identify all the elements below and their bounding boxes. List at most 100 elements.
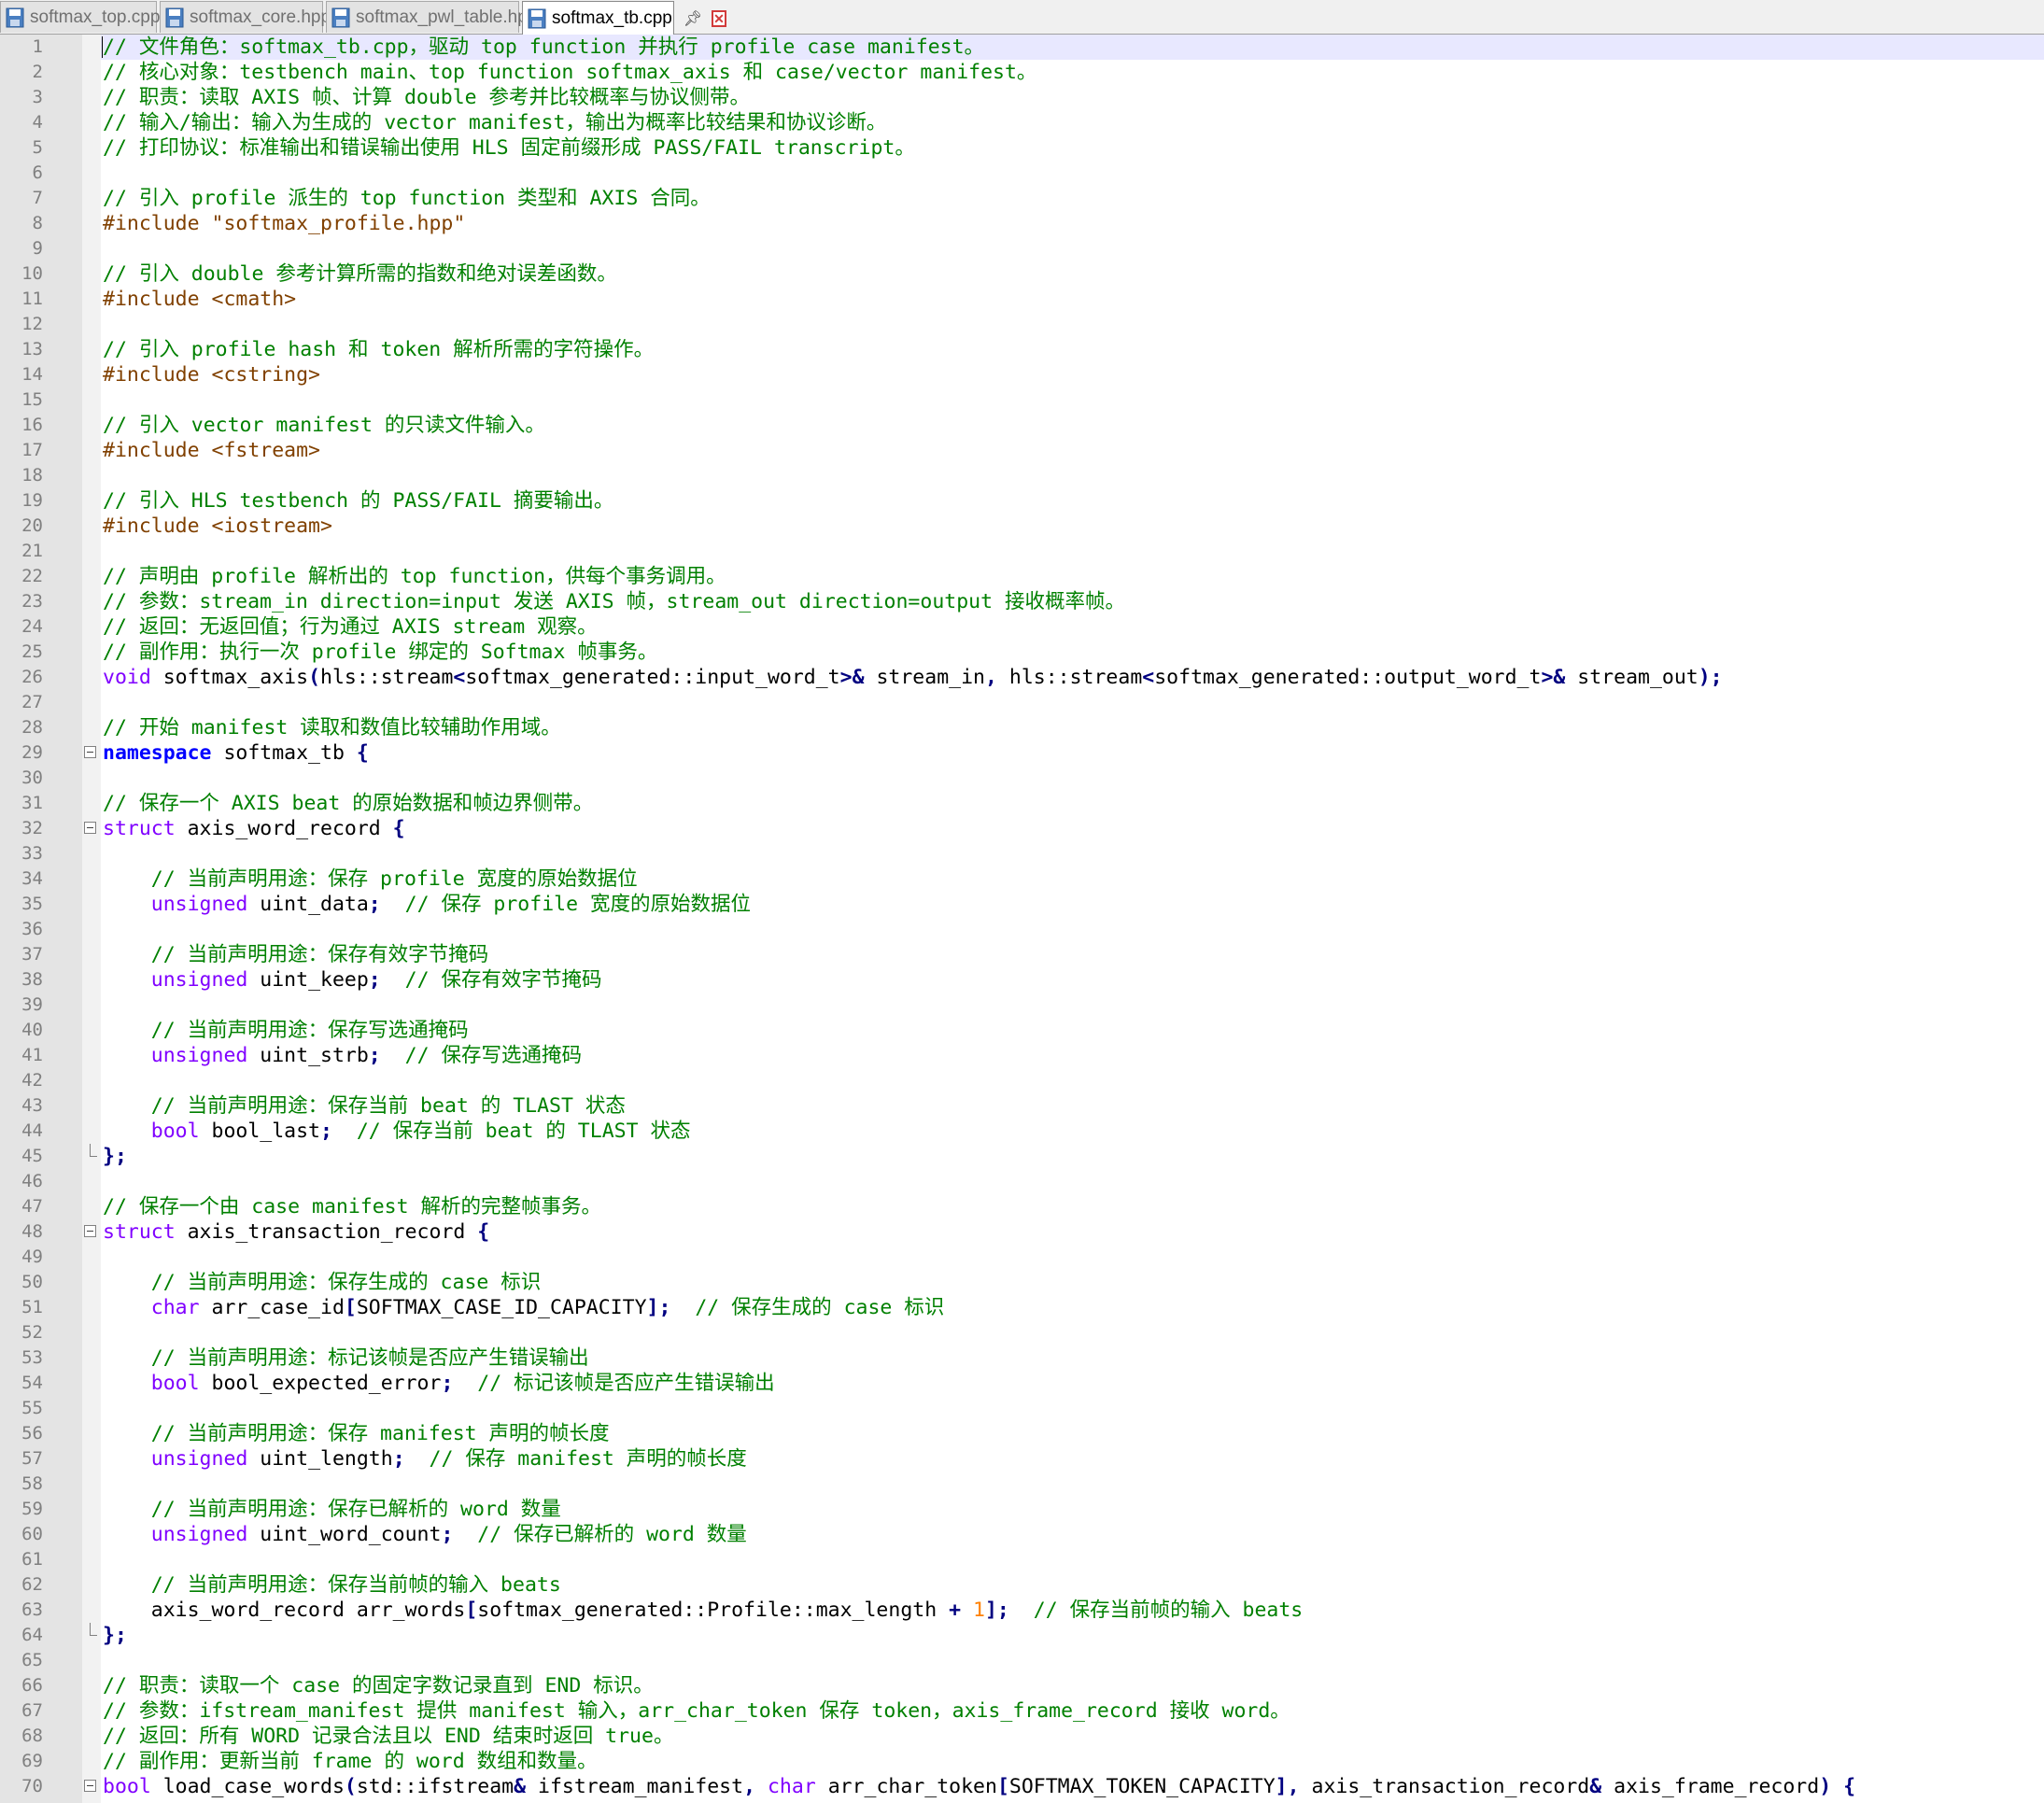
code-text[interactable]: char arr_case_id[SOFTMAX_CASE_ID_CAPACIT…: [101, 1295, 2044, 1320]
code-line[interactable]: 10 // 引入 double 参考计算所需的指数和绝对误差函数。: [0, 261, 2044, 287]
code-text[interactable]: // 参数：ifstream_manifest 提供 manifest 输入，a…: [101, 1698, 2044, 1724]
code-text[interactable]: [101, 1169, 2044, 1194]
code-text[interactable]: // 核心对象：testbench main、top function soft…: [101, 60, 2044, 85]
code-line[interactable]: 45};: [0, 1144, 2044, 1169]
code-line[interactable]: 9: [0, 236, 2044, 261]
code-text[interactable]: [101, 161, 2044, 186]
code-lines[interactable]: 1 // 文件角色：softmax_tb.cpp，驱动 top function …: [0, 35, 2044, 1799]
code-line[interactable]: 4 // 输入/输出：输入为生成的 vector manifest，输出为概率比较…: [0, 110, 2044, 135]
code-text[interactable]: [101, 312, 2044, 337]
code-line[interactable]: 29 namespace softmax_tb {: [0, 740, 2044, 766]
code-text[interactable]: // 引入 HLS testbench 的 PASS/FAIL 摘要输出。: [101, 488, 2044, 514]
code-text[interactable]: // 当前声明用途：保存当前 beat 的 TLAST 状态: [101, 1093, 2044, 1119]
code-text[interactable]: // 当前声明用途：保存写选通掩码: [101, 1018, 2044, 1043]
code-line[interactable]: 52: [0, 1320, 2044, 1345]
code-line[interactable]: 51 char arr_case_id[SOFTMAX_CASE_ID_CAPA…: [0, 1295, 2044, 1320]
code-text[interactable]: [101, 917, 2044, 942]
code-line[interactable]: 39: [0, 993, 2044, 1018]
code-text[interactable]: // 引入 profile 派生的 top function 类型和 AXIS …: [101, 186, 2044, 211]
code-line[interactable]: 18: [0, 463, 2044, 488]
code-text[interactable]: unsigned uint_data; // 保存 profile 宽度的原始数…: [101, 892, 2044, 917]
code-text[interactable]: // 保存一个 AXIS beat 的原始数据和帧边界侧带。: [101, 791, 2044, 816]
code-line[interactable]: 59 // 当前声明用途：保存已解析的 word 数量: [0, 1497, 2044, 1522]
code-line[interactable]: 41 unsigned uint_strb; // 保存写选通掩码: [0, 1043, 2044, 1068]
code-line[interactable]: 5 // 打印协议：标准输出和错误输出使用 HLS 固定前缀形成 PASS/FAI…: [0, 135, 2044, 161]
code-text[interactable]: [101, 236, 2044, 261]
code-line[interactable]: 57 unsigned uint_length; // 保存 manifest …: [0, 1446, 2044, 1472]
code-line[interactable]: 28 // 开始 manifest 读取和数值比较辅助作用域。: [0, 715, 2044, 740]
code-text[interactable]: // 保存一个由 case manifest 解析的完整帧事务。: [101, 1194, 2044, 1219]
code-line[interactable]: 65: [0, 1648, 2044, 1673]
code-line[interactable]: 44 bool bool_last; // 保存当前 beat 的 TLAST …: [0, 1119, 2044, 1144]
code-line[interactable]: 33: [0, 841, 2044, 866]
code-text[interactable]: #include <fstream>: [101, 438, 2044, 463]
fold-toggle-icon[interactable]: [84, 746, 96, 758]
code-line[interactable]: 64};: [0, 1623, 2044, 1648]
tab-softmax-core-hpp[interactable]: softmax_core.hpp: [160, 1, 331, 33]
code-text[interactable]: // 当前声明用途：保存当前帧的输入 beats: [101, 1572, 2044, 1598]
code-text[interactable]: // 引入 double 参考计算所需的指数和绝对误差函数。: [101, 261, 2044, 287]
code-line[interactable]: 24 // 返回：无返回值；行为通过 AXIS stream 观察。: [0, 614, 2044, 640]
code-line[interactable]: 36: [0, 917, 2044, 942]
code-line[interactable]: 13 // 引入 profile hash 和 token 解析所需的字符操作。: [0, 337, 2044, 362]
code-line[interactable]: 56 // 当前声明用途：保存 manifest 声明的帧长度: [0, 1421, 2044, 1446]
code-line[interactable]: 69 // 副作用：更新当前 frame 的 word 数组和数量。: [0, 1749, 2044, 1774]
code-line[interactable]: 48 struct axis_transaction_record {: [0, 1219, 2044, 1245]
code-text[interactable]: [101, 1245, 2044, 1270]
code-text[interactable]: };: [101, 1144, 2044, 1169]
code-text[interactable]: // 声明由 profile 解析出的 top function，供每个事务调用…: [101, 564, 2044, 589]
code-text[interactable]: [101, 1068, 2044, 1093]
code-text[interactable]: // 引入 vector manifest 的只读文件输入。: [101, 413, 2044, 438]
code-line[interactable]: 17 #include <fstream>: [0, 438, 2044, 463]
code-text[interactable]: [101, 1547, 2044, 1572]
code-line[interactable]: 2 // 核心对象：testbench main、top function sof…: [0, 60, 2044, 85]
code-line[interactable]: 38 unsigned uint_keep; // 保存有效字节掩码: [0, 967, 2044, 993]
code-line[interactable]: 32 struct axis_word_record {: [0, 816, 2044, 841]
code-line[interactable]: 7 // 引入 profile 派生的 top function 类型和 AXIS…: [0, 186, 2044, 211]
code-line[interactable]: 19 // 引入 HLS testbench 的 PASS/FAIL 摘要输出。: [0, 488, 2044, 514]
code-text[interactable]: struct axis_transaction_record {: [101, 1219, 2044, 1245]
code-line[interactable]: 53 // 当前声明用途：标记该帧是否应产生错误输出: [0, 1345, 2044, 1371]
code-text[interactable]: #include "softmax_profile.hpp": [101, 211, 2044, 236]
code-text[interactable]: [101, 463, 2044, 488]
code-text[interactable]: namespace softmax_tb {: [101, 740, 2044, 766]
code-line[interactable]: 14 #include <cstring>: [0, 362, 2044, 387]
code-line[interactable]: 23 // 参数：stream_in direction=input 发送 AXI…: [0, 589, 2044, 614]
code-text[interactable]: // 当前声明用途：保存有效字节掩码: [101, 942, 2044, 967]
code-text[interactable]: [101, 993, 2044, 1018]
code-line[interactable]: 6: [0, 161, 2044, 186]
code-line[interactable]: 67 // 参数：ifstream_manifest 提供 manifest 输入…: [0, 1698, 2044, 1724]
code-line[interactable]: 22 // 声明由 profile 解析出的 top function，供每个事务…: [0, 564, 2044, 589]
tab-softmax-pwl-table-hpp[interactable]: softmax_pwl_table.hpp: [326, 1, 537, 33]
code-line[interactable]: 63 axis_word_record arr_words[softmax_ge…: [0, 1598, 2044, 1623]
code-text[interactable]: // 当前声明用途：标记该帧是否应产生错误输出: [101, 1345, 2044, 1371]
code-line[interactable]: 1 // 文件角色：softmax_tb.cpp，驱动 top function …: [0, 35, 2044, 60]
code-text[interactable]: bool bool_expected_error; // 标记该帧是否应产生错误…: [101, 1371, 2044, 1396]
code-text[interactable]: bool bool_last; // 保存当前 beat 的 TLAST 状态: [101, 1119, 2044, 1144]
code-text[interactable]: #include <cmath>: [101, 287, 2044, 312]
code-text[interactable]: // 参数：stream_in direction=input 发送 AXIS …: [101, 589, 2044, 614]
code-line[interactable]: 47 // 保存一个由 case manifest 解析的完整帧事务。: [0, 1194, 2044, 1219]
code-text[interactable]: struct axis_word_record {: [101, 816, 2044, 841]
code-line[interactable]: 66 // 职责：读取一个 case 的固定字数记录直到 END 标识。: [0, 1673, 2044, 1698]
code-text[interactable]: // 打印协议：标准输出和错误输出使用 HLS 固定前缀形成 PASS/FAIL…: [101, 135, 2044, 161]
fold-toggle-icon[interactable]: [84, 1780, 96, 1792]
code-text[interactable]: // 当前声明用途：保存 manifest 声明的帧长度: [101, 1421, 2044, 1446]
code-line[interactable]: 50 // 当前声明用途：保存生成的 case 标识: [0, 1270, 2044, 1295]
code-line[interactable]: 58: [0, 1472, 2044, 1497]
code-text[interactable]: // 职责：读取 AXIS 帧、计算 double 参考并比较概率与协议侧带。: [101, 85, 2044, 110]
code-line[interactable]: 20 #include <iostream>: [0, 514, 2044, 539]
code-editor[interactable]: 1 // 文件角色：softmax_tb.cpp，驱动 top function …: [0, 35, 2044, 1803]
close-tab-icon[interactable]: ✕: [712, 9, 726, 27]
code-text[interactable]: [101, 841, 2044, 866]
fold-toggle-icon[interactable]: [84, 1225, 96, 1237]
code-line[interactable]: 3 // 职责：读取 AXIS 帧、计算 double 参考并比较概率与协议侧带。: [0, 85, 2044, 110]
code-text[interactable]: unsigned uint_length; // 保存 manifest 声明的…: [101, 1446, 2044, 1472]
code-line[interactable]: 26 void softmax_axis(hls::stream<softmax_…: [0, 665, 2044, 690]
code-text[interactable]: // 返回：无返回值；行为通过 AXIS stream 观察。: [101, 614, 2044, 640]
code-text[interactable]: axis_word_record arr_words[softmax_gener…: [101, 1598, 2044, 1623]
code-text[interactable]: // 副作用：执行一次 profile 绑定的 Softmax 帧事务。: [101, 640, 2044, 665]
tab-softmax-tb-cpp[interactable]: softmax_tb.cpp 📌︎ ✕: [522, 1, 726, 35]
code-line[interactable]: 55: [0, 1396, 2044, 1421]
code-text[interactable]: // 引入 profile hash 和 token 解析所需的字符操作。: [101, 337, 2044, 362]
